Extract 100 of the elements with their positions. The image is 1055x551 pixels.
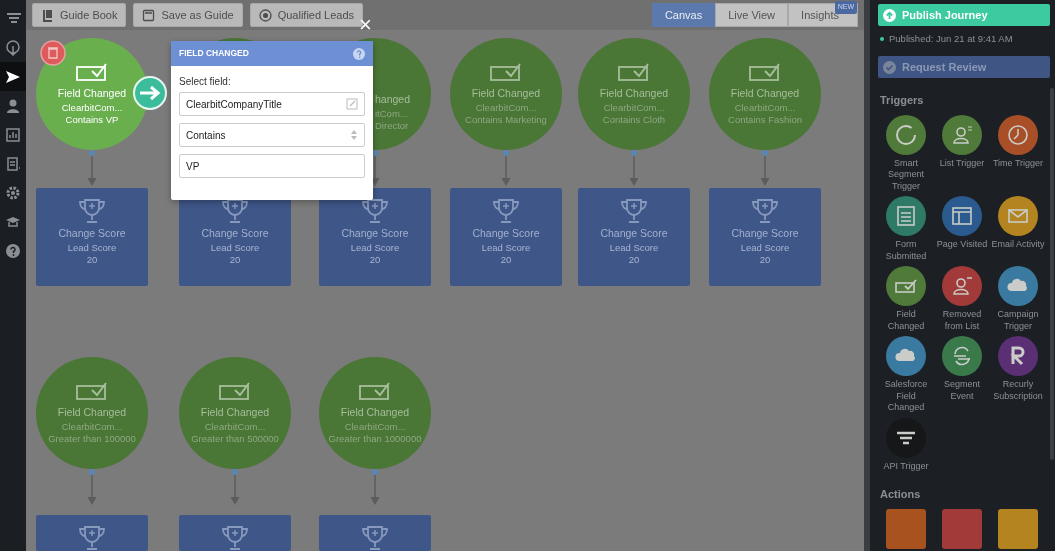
- trigger-label: Segment Event: [943, 379, 981, 403]
- save-icon: [142, 8, 156, 22]
- settings-icon: [5, 184, 21, 201]
- toolbar-button[interactable]: Save as Guide: [133, 3, 243, 27]
- trigger-node[interactable]: Field Changed ClearbitCom... Greater than 1000000: [319, 357, 431, 469]
- node-detail: Greater than 1000000: [327, 432, 423, 445]
- publish-status: Published: Jun 21 at 9:41 AM: [889, 32, 1013, 46]
- trigger-node[interactable]: Field Changed ClearbitCom... Contains VP: [36, 38, 148, 150]
- book-icon: [41, 8, 54, 22]
- trophy-icon: [360, 198, 390, 224]
- trigger-node[interactable]: Field Changed ClearbitCom... Contains Cloth: [578, 38, 690, 150]
- document-icon: [5, 155, 21, 172]
- score-card[interactable]: Change Score Lead Score 20: [450, 188, 562, 286]
- trigger-item[interactable]: Salesforce Field Changed: [878, 336, 934, 414]
- section-heading: Actions: [880, 487, 922, 503]
- score-card[interactable]: Change Score Lead Score 20: [36, 188, 148, 286]
- trigger-item[interactable]: Segment Event: [934, 336, 990, 414]
- node-detail: ClearbitCom...: [343, 420, 407, 433]
- field-select[interactable]: ClearbitCompanyTitle: [179, 92, 365, 116]
- trigger-item[interactable]: Removed from List: [934, 266, 990, 333]
- card-detail: Lead Score: [209, 241, 261, 254]
- node-detail: Contains Marketing: [464, 113, 548, 126]
- value-field[interactable]: VP: [179, 154, 365, 178]
- trigger-item[interactable]: API Trigger: [878, 417, 934, 473]
- score-card[interactable]: [319, 515, 431, 551]
- toolbar-button[interactable]: Guide Book: [32, 3, 127, 27]
- node-detail: ClearbitCom...: [733, 101, 797, 114]
- trigger-item[interactable]: Time Trigger: [990, 114, 1046, 193]
- trigger-node[interactable]: Field Changed ClearbitCom... Contains Marketing: [450, 38, 562, 150]
- trigger-item[interactable]: Page Visited: [934, 196, 990, 263]
- connector-arrow: [86, 150, 98, 188]
- trigger-label: List Trigger: [938, 157, 986, 170]
- trophy-icon: [220, 525, 250, 551]
- trigger-item[interactable]: Field Changed: [878, 266, 934, 333]
- section-heading: Triggers: [880, 93, 925, 109]
- ring-icon: [894, 122, 918, 147]
- scrollbar[interactable]: [1050, 88, 1054, 460]
- action-tile[interactable]: [886, 508, 926, 549]
- upload-icon: [883, 8, 896, 22]
- trophy-icon: [750, 198, 780, 224]
- node-detail: Greater than 100000: [47, 432, 137, 445]
- download-icon: [5, 39, 21, 56]
- edit-icon[interactable]: [346, 98, 358, 110]
- action-tile[interactable]: [942, 508, 982, 549]
- trigger-node[interactable]: Field Changed ClearbitCom... Greater than 500000: [179, 357, 291, 469]
- person-icon: [5, 97, 21, 114]
- card-title: Change Score: [57, 226, 127, 241]
- trophy-icon: [491, 198, 521, 224]
- connector-arrow: [628, 150, 640, 188]
- card-detail: Lead Score: [349, 241, 401, 254]
- operator-dropdown[interactable]: Contains: [179, 123, 365, 147]
- help-icon: [5, 242, 21, 259]
- view-tab[interactable]: Canvas: [651, 3, 716, 27]
- node-detail: ClearbitCom...: [60, 420, 124, 433]
- node-title: Field Changed: [56, 86, 128, 101]
- score-card[interactable]: Change Score Lead Score 20: [319, 188, 431, 286]
- node-detail: Director: [375, 119, 410, 132]
- trigger-item[interactable]: Smart Segment Trigger: [878, 114, 934, 193]
- node-detail: Contains Fashion: [727, 113, 803, 126]
- trigger-item[interactable]: Form Submitted: [878, 196, 934, 263]
- node-detail: Contains Cloth: [601, 113, 667, 126]
- node-detail: ClearbitCom...: [203, 420, 267, 433]
- card-title: Change Score: [200, 226, 270, 241]
- help-icon[interactable]: [353, 47, 365, 60]
- node-title: Field Changed: [339, 405, 411, 420]
- node-title: Field Changed: [199, 405, 271, 420]
- trigger-label: Removed from List: [941, 309, 983, 333]
- trigger-label: Smart Segment Trigger: [887, 157, 925, 193]
- score-card[interactable]: [36, 515, 148, 551]
- arrow-button-icon[interactable]: [132, 75, 168, 111]
- trigger-node[interactable]: Field Changed ClearbitCom... Greater than 100000: [36, 357, 148, 469]
- trigger-label: Field Changed: [886, 309, 926, 333]
- trophy-icon: [77, 198, 107, 224]
- form-icon: [894, 204, 918, 229]
- trophy-icon: [77, 525, 107, 551]
- node-title: Field Changed: [56, 405, 128, 420]
- action-tile[interactable]: [998, 508, 1038, 549]
- review-button[interactable]: Request Review: [878, 56, 1050, 79]
- trigger-item[interactable]: List Trigger: [934, 114, 990, 193]
- trigger-item[interactable]: Email Activity: [990, 196, 1046, 263]
- card-title: Change Score: [340, 226, 410, 241]
- trigger-node[interactable]: Field Changed ClearbitCom... Contains Fashion: [709, 38, 821, 150]
- view-tab[interactable]: Live View: [715, 3, 789, 27]
- node-detail: ClearbitCom...: [474, 101, 538, 114]
- send-icon: [5, 68, 21, 85]
- clock-icon: [1006, 122, 1030, 147]
- trigger-item[interactable]: Campaign Trigger: [990, 266, 1046, 333]
- delete-icon[interactable]: [40, 40, 66, 66]
- node-title: Field Changed: [598, 86, 670, 101]
- connector-arrow: [369, 469, 381, 507]
- score-card[interactable]: Change Score Lead Score 20: [578, 188, 690, 286]
- chart-icon: [5, 126, 21, 143]
- trigger-item[interactable]: Recurly Subscription: [990, 336, 1046, 414]
- popover-title: FIELD CHANGED: [179, 47, 249, 60]
- score-card[interactable]: Change Score Lead Score 20: [709, 188, 821, 286]
- card-detail: 20: [85, 253, 99, 266]
- score-card[interactable]: [179, 515, 291, 551]
- connector-arrow: [229, 469, 241, 507]
- trigger-label: API Trigger: [882, 460, 930, 473]
- trigger-label: Time Trigger: [991, 157, 1045, 170]
